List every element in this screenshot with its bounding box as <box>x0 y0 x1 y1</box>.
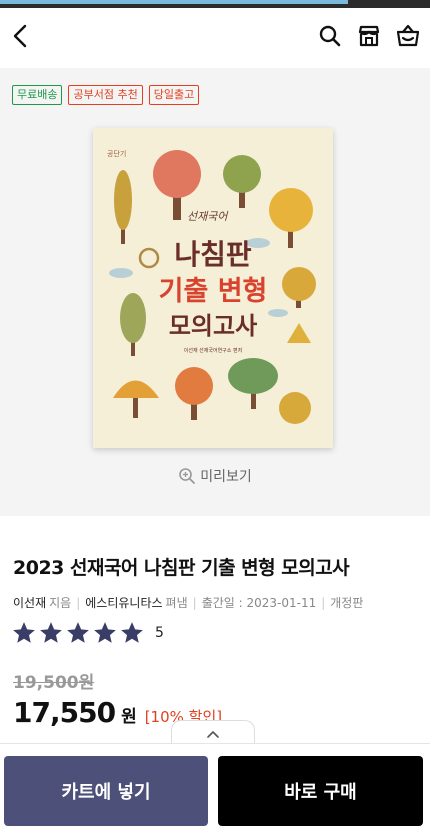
cover-publisher-mark: 공단기 <box>107 149 126 158</box>
star-icon <box>67 622 89 643</box>
book-cover-illustration: 공단기 선재국어 나침판 기출 변형 모의고사 이선재 선재국어연구소 편저 <box>93 128 333 448</box>
purchase-bar: 카트에 넣기 바로 구매 <box>0 743 430 827</box>
rating-score: 5 <box>155 625 164 641</box>
product-image-area: 무료배송 공부서점 추천 당일출고 공단기 선재국어 나침판 기출 변형 모의고… <box>0 68 430 516</box>
preview-label: 미리보기 <box>200 469 252 485</box>
publish-date: 출간일 : 2023-01-11 <box>201 596 317 610</box>
star-icon <box>13 622 35 643</box>
meta-divider: | <box>192 595 197 610</box>
cover-script-title: 선재국어 <box>187 210 229 223</box>
basket-button[interactable] <box>394 22 422 50</box>
publisher-link[interactable]: 에스티유니타스 <box>85 594 162 611</box>
search-icon <box>319 25 341 47</box>
original-price: 19,500원 <box>13 673 95 693</box>
currency-label: 원 <box>121 707 137 727</box>
scroll-progress-fill <box>0 0 349 4</box>
star-icon <box>94 622 116 643</box>
rating-stars <box>11 620 145 646</box>
top-app-bar <box>0 8 430 68</box>
preview-button[interactable]: 미리보기 <box>0 466 430 486</box>
sale-price: 17,550 <box>13 696 116 729</box>
book-cover[interactable]: 공단기 선재국어 나침판 기출 변형 모의고사 이선재 선재국어연구소 편저 <box>93 128 333 448</box>
product-title: 2023 선재국어 나침판 기출 변형 모의고사 <box>13 557 350 579</box>
free-shipping-badge: 무료배송 <box>12 85 63 105</box>
chevron-left-icon <box>13 24 27 48</box>
publisher-role: 펴냄 <box>165 596 188 610</box>
scroll-progress-bar <box>0 0 430 8</box>
cover-author-line: 이선재 선재국어연구소 편저 <box>184 347 242 354</box>
author-role: 지음 <box>49 596 72 610</box>
basket-icon <box>396 24 420 47</box>
back-button[interactable] <box>8 20 36 52</box>
chevron-up-icon <box>207 730 219 738</box>
same-day-shipping-badge: 당일출고 <box>148 85 200 105</box>
star-icon <box>40 622 62 643</box>
store-icon <box>358 25 380 47</box>
add-to-cart-button[interactable]: 카트에 넣기 <box>4 756 208 826</box>
badge-row: 무료배송 공부서점 추천 당일출고 <box>12 85 200 105</box>
star-icon <box>121 622 143 643</box>
cover-title-line1: 나침판 <box>174 238 252 271</box>
cover-title-line3: 모의고사 <box>169 312 257 340</box>
zoom-in-icon <box>179 468 196 484</box>
edition-label: 개정판 <box>330 596 364 610</box>
rating[interactable]: 5 <box>11 620 164 646</box>
product-meta: 이선재 지음 | 에스티유니타스 펴냄 | 출간일 : 2023-01-11 |… <box>13 594 363 611</box>
buy-now-button[interactable]: 바로 구매 <box>218 756 423 826</box>
cover-title-line2: 기출 변형 <box>159 276 268 307</box>
author-link[interactable]: 이선재 <box>13 594 46 611</box>
recommended-badge: 공부서점 추천 <box>68 85 143 105</box>
search-button[interactable] <box>316 22 344 50</box>
store-button[interactable] <box>355 22 383 50</box>
meta-divider: | <box>76 595 81 610</box>
meta-divider: | <box>321 595 326 610</box>
